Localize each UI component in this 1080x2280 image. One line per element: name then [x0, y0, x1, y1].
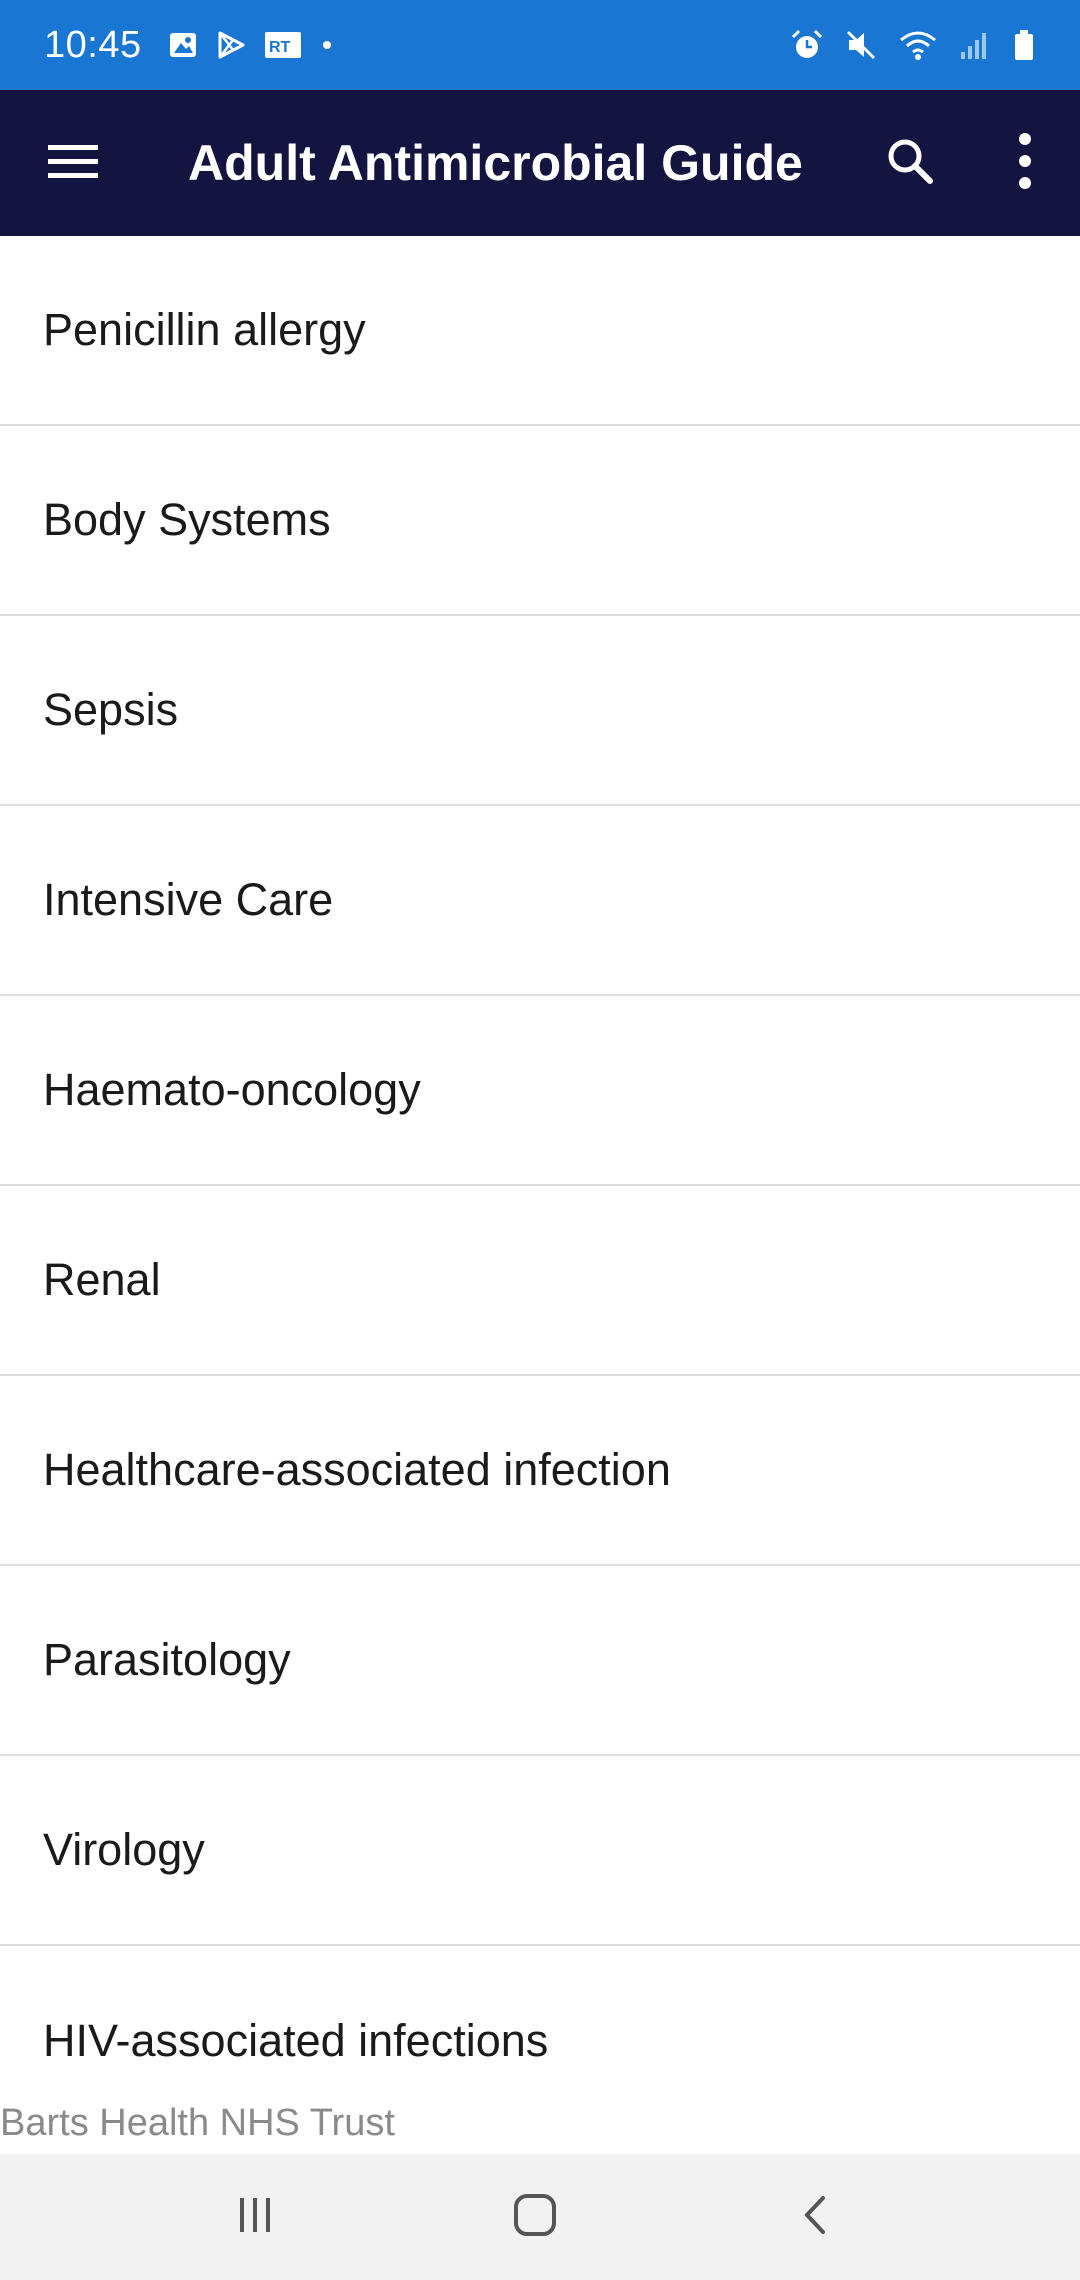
- list-item-haemato-oncology[interactable]: Haemato-oncology: [0, 996, 1080, 1186]
- signal-icon: [958, 28, 992, 62]
- search-icon: [885, 136, 935, 191]
- list-item-body-systems[interactable]: Body Systems: [0, 426, 1080, 616]
- home-button[interactable]: [475, 2154, 595, 2280]
- battery-icon: [1012, 28, 1036, 62]
- back-button[interactable]: [755, 2154, 875, 2280]
- recents-icon: [232, 2192, 278, 2243]
- list-item-intensive-care[interactable]: Intensive Care: [0, 806, 1080, 996]
- list-item-sepsis[interactable]: Sepsis: [0, 616, 1080, 806]
- recents-button[interactable]: [195, 2154, 315, 2280]
- home-icon: [510, 2190, 560, 2245]
- navigation-bar: [0, 2154, 1080, 2280]
- list-item-parasitology[interactable]: Parasitology: [0, 1566, 1080, 1756]
- search-button[interactable]: [850, 90, 970, 236]
- system-icons: [790, 28, 1036, 62]
- more-vert-icon: [1015, 131, 1035, 196]
- list-item-penicillin-allergy[interactable]: Penicillin allergy: [0, 236, 1080, 426]
- app-bar: Adult Antimicrobial Guide: [0, 90, 1080, 236]
- rt-news-icon: RT: [264, 30, 302, 60]
- wifi-icon: [898, 28, 938, 62]
- page-title: Adult Antimicrobial Guide: [188, 135, 803, 191]
- mute-icon: [844, 28, 878, 62]
- notification-icons: RT: [168, 30, 334, 60]
- status-time: 10:45: [44, 23, 142, 66]
- more-options-button[interactable]: [970, 90, 1080, 236]
- status-bar: 10:45 RT: [0, 0, 1080, 90]
- category-list: Penicillin allergy Body Systems Sepsis I…: [0, 236, 1080, 2136]
- menu-button[interactable]: [0, 90, 146, 236]
- list-item-healthcare-associated-infection[interactable]: Healthcare-associated infection: [0, 1376, 1080, 1566]
- list-item-renal[interactable]: Renal: [0, 1186, 1080, 1376]
- menu-icon: [46, 141, 100, 186]
- play-store-icon: [216, 30, 246, 60]
- image-icon: [168, 30, 198, 60]
- dot-icon: [320, 30, 334, 60]
- alarm-icon: [790, 28, 824, 62]
- footer-text: Barts Health NHS Trust: [0, 2102, 405, 2145]
- svg-text:RT: RT: [269, 39, 291, 56]
- back-icon: [795, 2190, 835, 2245]
- list-item-virology[interactable]: Virology: [0, 1756, 1080, 1946]
